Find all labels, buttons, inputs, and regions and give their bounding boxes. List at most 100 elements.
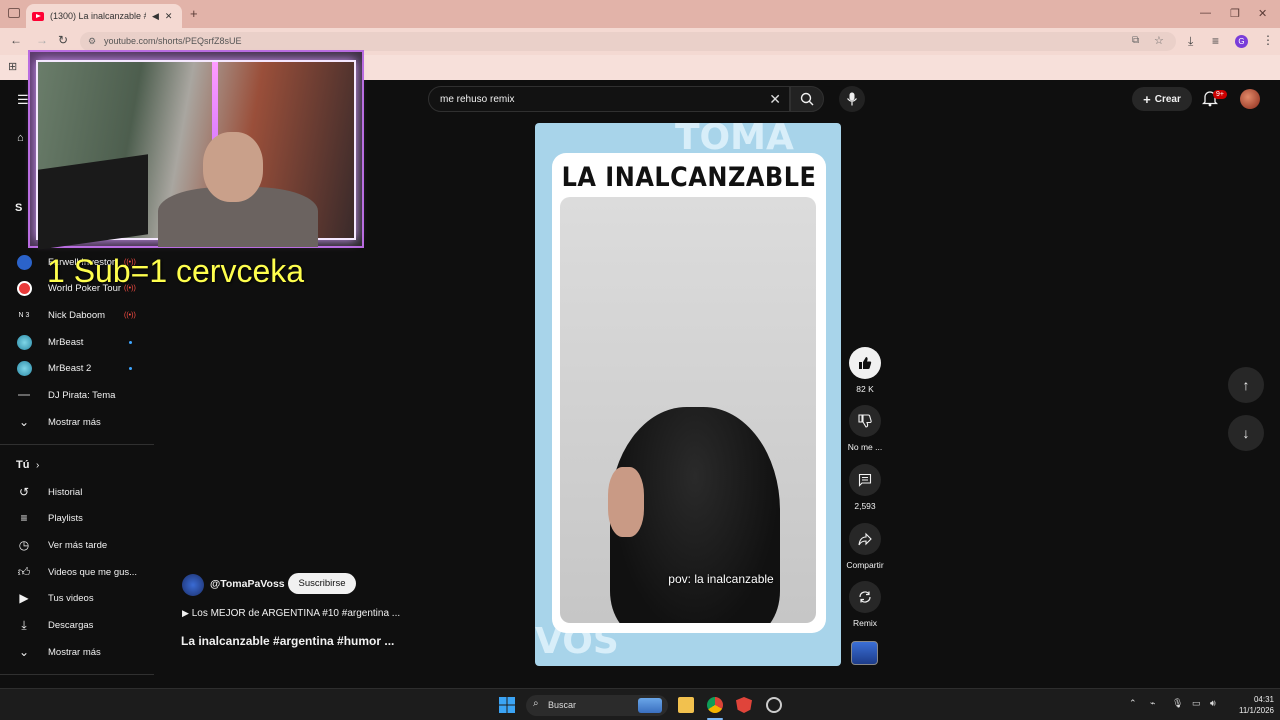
profile-icon[interactable]: G <box>1235 35 1248 48</box>
speaker-icon[interactable]: ◀︎ <box>152 11 159 22</box>
apps-grid-icon[interactable]: ⊞ <box>8 60 17 73</box>
maximize-icon[interactable]: ❐ <box>1230 7 1240 20</box>
download-icon: ⤓ <box>21 617 27 632</box>
sidebar-show-more-subscriptions[interactable]: ⌄ Mostrar más <box>0 409 154 435</box>
sidebar-show-more-you[interactable]: ⌄ Mostrar más <box>0 639 154 665</box>
channel-thumbnail[interactable] <box>851 641 878 665</box>
sidebar-item-nick-daboom[interactable]: N 3 Nick Daboom ((•)) <box>0 302 154 328</box>
playlists-icon: ≡ <box>20 511 28 525</box>
home-icon[interactable]: ⌂ <box>17 132 24 144</box>
chevron-right-icon: › <box>36 459 40 471</box>
tab-close-icon[interactable]: ✕ <box>165 11 173 22</box>
video-card-title: LA INALCANZABLE <box>561 161 817 193</box>
sidebar-item-your-videos[interactable]: ▶ Tus videos <box>0 585 154 611</box>
short-title[interactable]: La inalcanzable #argentina #humor ... <box>181 634 394 648</box>
new-tab-button[interactable]: + <box>190 6 198 21</box>
subscribe-button[interactable]: Suscribirse <box>288 573 356 594</box>
install-app-icon[interactable]: ⧉ <box>1132 35 1139 46</box>
sidebar-you-header[interactable]: Tú › <box>0 452 154 478</box>
forward-icon[interactable]: → <box>36 33 48 47</box>
taskbar-search[interactable]: ⌕ Buscar <box>526 695 668 716</box>
create-label: Crear <box>1154 93 1181 105</box>
microphone-icon[interactable]: 🎙︎ <box>1172 698 1183 709</box>
playlist-link[interactable]: ▶ Los MEJOR de ARGENTINA #10 #argentina … <box>182 608 400 619</box>
subscriptions-header[interactable]: S <box>15 202 22 214</box>
streamer-face <box>203 132 263 202</box>
like-action[interactable]: 82 K <box>844 347 886 394</box>
channel-avatar <box>16 280 32 296</box>
sidebar-item-dj-pirata[interactable]: DJ Pirata: Tema <box>0 382 154 408</box>
channel-avatar: N 3 <box>18 311 30 319</box>
clear-search-icon[interactable]: ✕ <box>769 91 781 108</box>
chrome-menu-icon[interactable]: ⋮ <box>1262 33 1274 47</box>
channel-avatar <box>16 387 32 403</box>
back-icon[interactable]: ← <box>10 33 22 47</box>
like-button[interactable] <box>849 347 881 379</box>
downloads-icon[interactable]: ⤓ <box>1188 34 1193 49</box>
remix-label: Remix <box>852 618 878 628</box>
dislike-action[interactable]: No me ... <box>844 405 886 452</box>
sidebar-item-watch-later[interactable]: ◷ Ver más tarde <box>0 532 154 558</box>
account-avatar[interactable] <box>1240 89 1260 109</box>
share-button[interactable] <box>849 523 881 555</box>
sidebar-item-mrbeast-2[interactable]: MrBeast 2 <box>0 355 154 381</box>
search-button[interactable] <box>790 86 824 112</box>
sidebar-item-liked-videos[interactable]: 👍︎ Videos que me gus... <box>0 559 154 585</box>
next-short-button[interactable]: ↓ <box>1228 415 1264 451</box>
channel-avatar <box>16 254 32 270</box>
remix-button[interactable] <box>849 581 881 613</box>
new-content-dot <box>129 340 132 344</box>
browser-tab[interactable]: (1300) La inalcanzable #arg ◀︎ ✕ <box>26 4 182 28</box>
menu-icon[interactable]: ☰ <box>17 92 29 108</box>
dislike-button[interactable] <box>849 405 881 437</box>
chevron-down-icon: ⌄ <box>18 645 30 659</box>
url-text: youtube.com/shorts/PEQsrfZ8sUE <box>104 36 242 46</box>
site-info-icon[interactable]: ⚙ <box>88 36 96 47</box>
sidebar-item-downloads[interactable]: ⤓ Descargas <box>0 612 154 638</box>
close-window-icon[interactable]: ✕ <box>1258 7 1267 20</box>
volume-icon[interactable]: 🔊︎ <box>1210 698 1216 709</box>
comments-action[interactable]: 2,593 <box>844 464 886 511</box>
file-explorer-icon[interactable] <box>678 697 694 713</box>
clock-date: 11/1/2026 <box>1239 706 1274 715</box>
display-icon[interactable]: ▭ <box>1192 698 1201 709</box>
sidebar-item-label: Nick Daboom <box>48 309 106 321</box>
playlist-title: Los MEJOR de ARGENTINA #10 #argentina ..… <box>191 608 401 619</box>
reload-icon[interactable]: ↻ <box>58 33 68 47</box>
minimize-icon[interactable]: — <box>1200 7 1211 19</box>
sidebar-item-label: Ver más tarde <box>48 539 108 551</box>
voice-search-button[interactable] <box>839 86 865 112</box>
sidebar-item-mrbeast[interactable]: MrBeast <box>0 329 154 355</box>
shield-icon[interactable] <box>736 697 752 713</box>
reading-list-icon[interactable]: ≡ <box>1212 34 1219 48</box>
person-face <box>608 467 644 537</box>
system-clock[interactable]: 04:31 11/1/2026 <box>1224 694 1274 716</box>
create-button[interactable]: + Crear <box>1132 87 1192 111</box>
chevron-up-icon[interactable]: ⌃ <box>1129 698 1137 709</box>
sidebar-item-label: Tus videos <box>48 592 94 604</box>
tab-search-icon[interactable] <box>8 8 20 18</box>
sidebar-item-label: MrBeast 2 <box>48 362 92 374</box>
new-content-dot <box>129 366 132 370</box>
sidebar-item-historial[interactable]: ↺ Historial <box>0 479 154 505</box>
network-icon[interactable]: ⌁ <box>1150 698 1155 709</box>
webcam-overlay <box>28 50 364 250</box>
channel-avatar[interactable] <box>182 574 204 596</box>
search-input[interactable]: me rehuso remix ✕ <box>428 86 790 112</box>
comments-button[interactable] <box>849 464 881 496</box>
browser-tab-bar: (1300) La inalcanzable #arg ◀︎ ✕ + — ❐ ✕ <box>0 0 1280 28</box>
sidebar-item-label: Playlists <box>48 512 83 524</box>
sidebar-item-playlists[interactable]: ≡ Playlists <box>0 505 154 531</box>
bookmark-star-icon[interactable]: ☆ <box>1154 34 1164 47</box>
channel-name[interactable]: @TomaPaVoss <box>210 578 285 590</box>
windows-start-icon[interactable] <box>499 697 515 713</box>
share-action[interactable]: Compartir <box>844 523 886 570</box>
address-bar[interactable]: ⚙ youtube.com/shorts/PEQsrfZ8sUE ⧉ ☆ <box>80 32 1176 51</box>
app-icon[interactable] <box>766 697 782 713</box>
short-video-player[interactable]: TOMA VOS LA INALCANZABLE pov: la inalcan… <box>535 123 841 666</box>
previous-short-button[interactable]: ↑ <box>1228 367 1264 403</box>
sidebar-divider <box>0 674 154 675</box>
remix-action[interactable]: Remix <box>844 581 886 628</box>
chrome-taskbar-icon[interactable] <box>707 697 723 713</box>
webcam-feed <box>36 60 356 250</box>
